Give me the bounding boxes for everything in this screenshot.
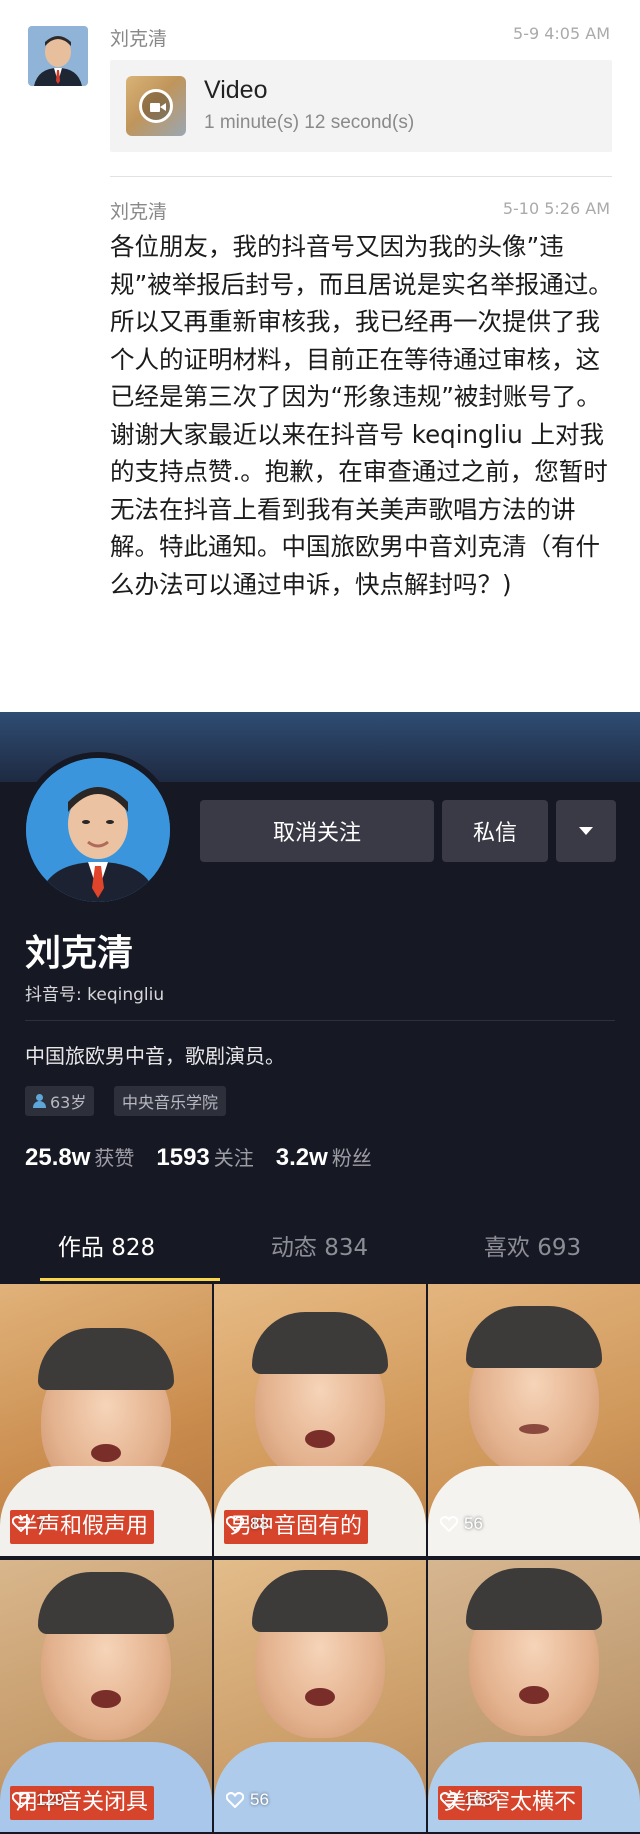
video-likes: 56 [226,1790,269,1810]
likes-count: 129 [36,1790,65,1809]
unfollow-button[interactable]: 取消关注 [200,800,434,862]
video-tile[interactable]: 56 [214,1560,426,1832]
sender-avatar[interactable] [28,26,88,86]
likes-count: 7 [36,1514,46,1533]
following-count[interactable]: 1593 [156,1144,209,1172]
message-timestamp: 5-10 5:26 AM [502,199,610,218]
likes-count: 25.8w [25,1144,91,1171]
active-tab-indicator [40,1278,220,1281]
video-message-card[interactable]: Video 1 minute(s) 12 second(s) [110,60,612,152]
profile-bio: 中国旅欧男中音，歌剧演员。 [25,1044,285,1068]
heart-icon [12,1792,30,1808]
video-tile[interactable]: 用中音关闭具 129 [0,1560,212,1832]
video-likes: 7 [12,1514,45,1534]
person-icon [33,1094,46,1108]
tab-works[interactable]: 作品 828 [0,1228,213,1262]
douyin-id: 抖音号: keqingliu [25,985,165,1005]
message-sender: 刘克清 [110,201,168,223]
school-tag-label: 中央音乐学院 [122,1093,219,1112]
likes-count: 56 [464,1514,483,1533]
profile-divider [25,1020,615,1021]
more-options-button[interactable] [556,800,616,862]
video-tile[interactable]: 半声和假声用 7 [0,1284,212,1556]
heart-icon [440,1516,458,1532]
video-tile[interactable]: 男中音固有的 88 [214,1284,426,1556]
likes-count: 88 [250,1514,269,1533]
following-label[interactable]: 关注 [214,1142,254,1171]
heart-icon [226,1516,244,1532]
video-likes: 56 [440,1514,483,1534]
school-tag: 中央音乐学院 [114,1086,227,1116]
video-duration: 1 minute(s) 12 second(s) [204,112,415,133]
video-camera-icon [139,89,173,123]
likes-count: 163 [464,1790,493,1809]
portrait-icon [28,26,88,86]
video-title: Video [204,76,268,104]
direct-message-button[interactable]: 私信 [442,800,548,862]
likes-count: 56 [250,1790,269,1809]
followers-count[interactable]: 3.2w [276,1144,328,1172]
tab-liked[interactable]: 喜欢 693 [426,1228,639,1262]
portrait-icon [26,758,170,902]
message-timestamp: 5-9 4:05 AM [513,24,610,43]
video-tile[interactable]: 56 [428,1284,640,1556]
profile-avatar[interactable] [20,752,176,908]
likes-label: 获赞 [94,1146,135,1170]
chat-panel: 刘克清 5-9 4:05 AM Video 1 minute(s) 12 sec… [0,0,640,712]
heart-icon [440,1792,458,1808]
video-likes: 88 [226,1514,269,1534]
heart-icon [12,1516,30,1532]
message-text: 各位朋友，我的抖音号又因为我的头像”违规”被举报后封号，而且居说是实名举报通过。… [110,232,613,599]
profile-name: 刘克清 [25,933,134,974]
video-grid: 半声和假声用 7 男中音固有的 88 56 用中音关闭具 129 56 美声窄太… [0,1284,640,1834]
message-sender: 刘克清 [110,28,168,50]
video-likes: 129 [12,1790,64,1810]
profile-stats: 25.8w 获赞 1593 关注 3.2w 粉丝 [25,1142,394,1172]
age-tag-label: 63岁 [50,1093,87,1112]
age-tag: 63岁 [25,1086,95,1116]
message-divider [110,176,612,177]
video-likes: 163 [440,1790,492,1810]
followers-label[interactable]: 粉丝 [332,1142,372,1171]
tab-activity[interactable]: 动态 834 [213,1228,426,1262]
video-thumbnail [126,76,186,136]
heart-icon [226,1792,244,1808]
video-tile[interactable]: 美声窄太横不 163 [428,1560,640,1832]
douyin-profile-screenshot: 取消关注 私信 刘克清 抖音号: keqingliu 中国旅欧男中音，歌剧演员。… [0,712,640,1834]
profile-tabs: 作品 828 动态 834 喜欢 693 [0,1210,640,1282]
chevron-down-icon [579,827,593,835]
